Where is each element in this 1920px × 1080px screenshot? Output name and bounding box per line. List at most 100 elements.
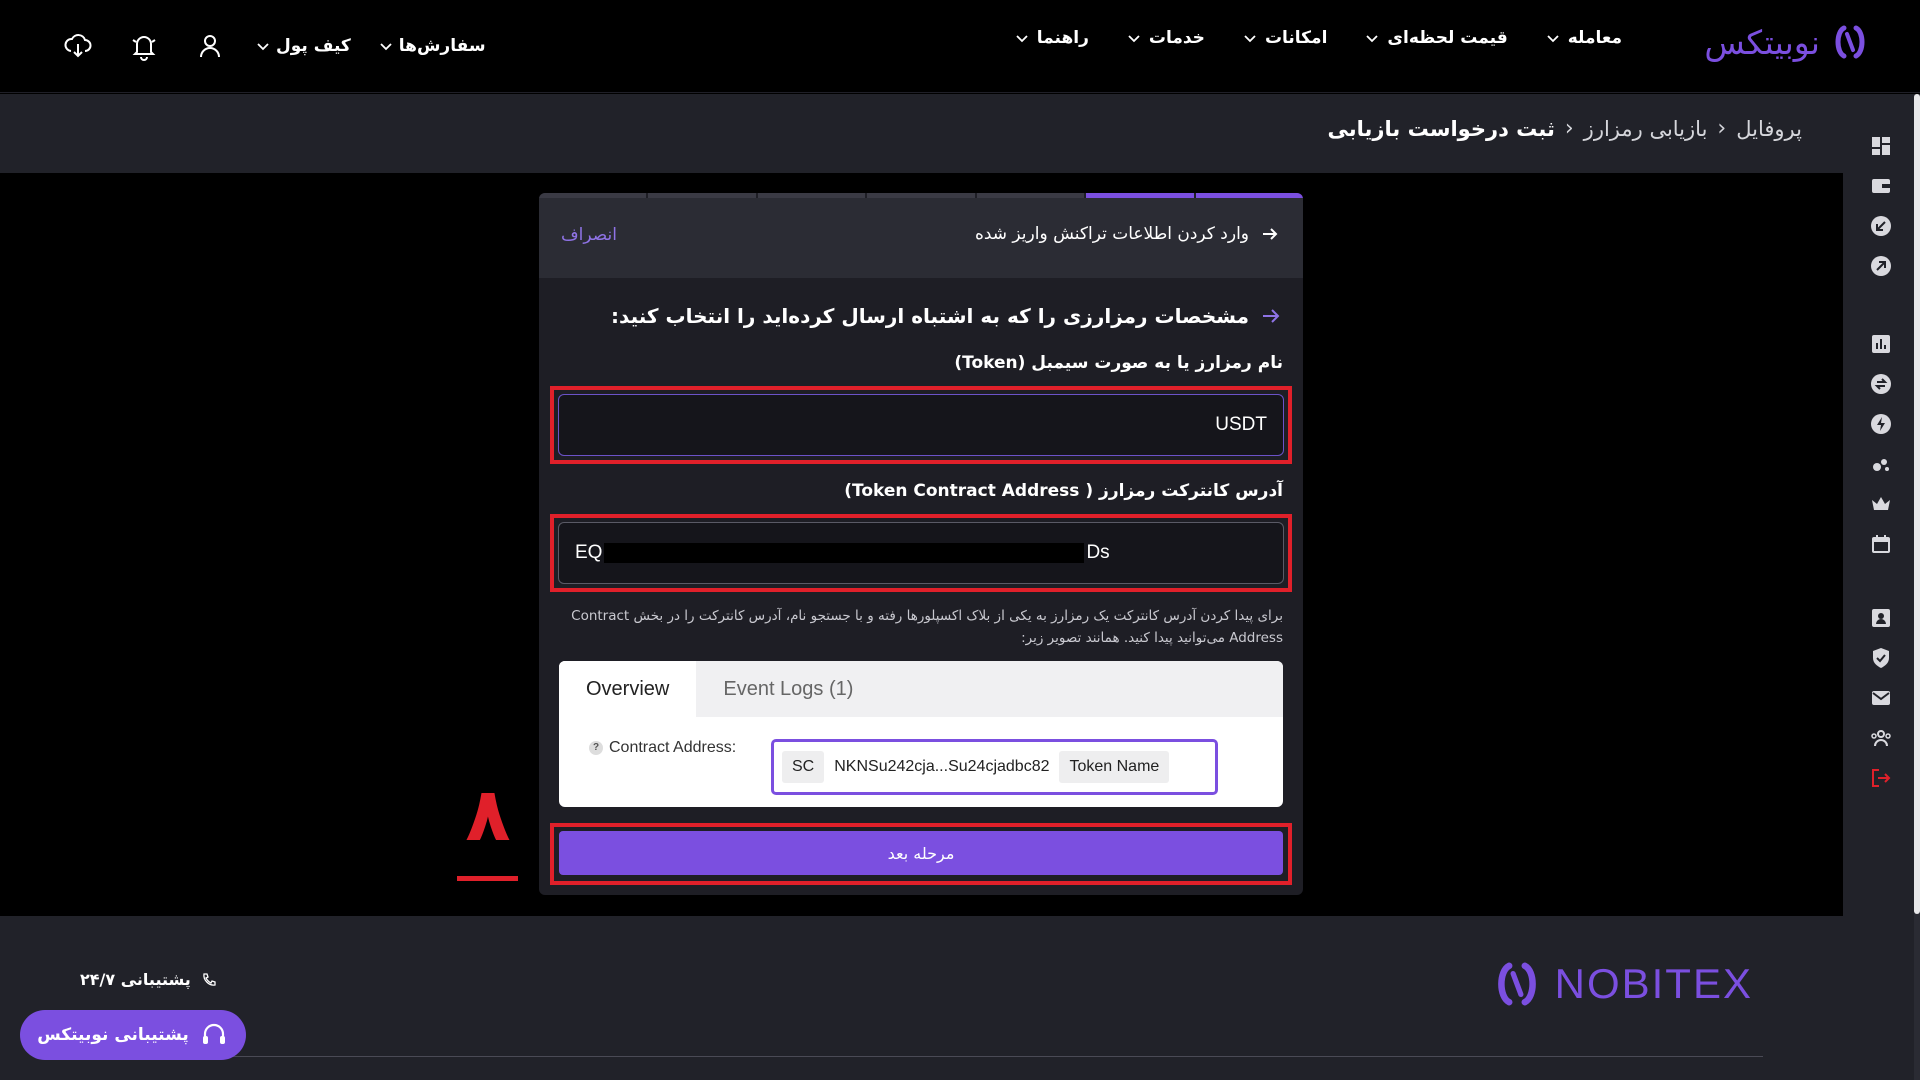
arrow-up-right-icon: [1871, 256, 1891, 276]
headset-icon: [202, 1023, 225, 1044]
footer: NOBITEX پشتیبانی ۲۴/۷: [0, 916, 1843, 1080]
menu-live-price[interactable]: قیمت لحظه‌ای: [1365, 28, 1508, 48]
menu-guide[interactable]: راهنما: [1015, 28, 1089, 48]
menu-guide-label: راهنما: [1036, 28, 1089, 48]
dashboard-icon: [1872, 137, 1890, 155]
logout-icon: [1872, 769, 1891, 787]
exchange-icon: [1871, 374, 1891, 394]
card-header-title: وارد کردن اطلاعات تراکنش واریز شده: [975, 224, 1279, 244]
user-icon: [200, 35, 220, 58]
menu-services[interactable]: خدمات: [1127, 28, 1205, 48]
nobitex-logo-icon: [1835, 25, 1865, 59]
orders-dropdown[interactable]: سفارش‌ها: [379, 36, 486, 56]
explorer-address-text: NKNSu242cja...Su24cjadbc82: [834, 758, 1050, 775]
footer-logo[interactable]: NOBITEX: [1491, 958, 1753, 1010]
sidebar-item-logout[interactable]: [1869, 766, 1893, 790]
id-card-icon: [1872, 609, 1890, 627]
sidebar-item-withdraw[interactable]: [1869, 254, 1893, 278]
card-header: وارد کردن اطلاعات تراکنش واریز شده انصرا…: [539, 198, 1303, 278]
explorer-contract-address: SC NKNSu242cja...Su24cjadbc82 Token Name: [771, 739, 1218, 795]
phone-icon: [203, 972, 216, 986]
next-step-button[interactable]: مرحله بعد: [559, 831, 1283, 875]
chevron-down-icon: [1244, 35, 1256, 43]
sidebar-item-referral[interactable]: [1869, 726, 1893, 750]
arrow-right-icon[interactable]: [1261, 225, 1279, 243]
contract-label: آدرس کانترکت رمزارز ( Token Contract Add…: [844, 481, 1283, 501]
menu-services-label: خدمات: [1148, 28, 1205, 48]
orders-label: سفارش‌ها: [398, 36, 486, 56]
support-chat-button[interactable]: پشتیبانی نوبیتکس: [20, 1010, 246, 1060]
bell-icon: [132, 36, 156, 61]
sidebar-item-deposit[interactable]: [1869, 214, 1893, 238]
sidebar-item-messages[interactable]: [1869, 686, 1893, 710]
sidebar-item-reports[interactable]: [1869, 332, 1893, 356]
wallet-label: کیف پول: [276, 36, 351, 56]
footer-divider: [80, 1056, 1763, 1057]
sidebar-item-instant[interactable]: [1869, 412, 1893, 436]
brand-name: نوبیتکس: [1704, 22, 1820, 62]
contract-suffix: Ds: [1086, 542, 1110, 563]
breadcrumb-crypto-recovery[interactable]: بازیابی رمزارز: [1584, 117, 1708, 141]
menu-trade[interactable]: معامله: [1546, 28, 1622, 48]
chevron-down-icon: [1366, 35, 1379, 43]
help-text: برای پیدا کردن آدرس کانترکت یک رمزارز به…: [571, 608, 1283, 646]
scrollbar-thumb[interactable]: [1914, 94, 1920, 914]
menu-live-price-label: قیمت لحظه‌ای: [1387, 28, 1508, 48]
main-menu: معامله قیمت لحظه‌ای امکانات خدمات راهنما: [1015, 28, 1622, 48]
explorer-contract-row: ? Contract Address:: [589, 739, 736, 757]
bar-chart-icon: [1872, 335, 1890, 353]
breadcrumb-current: ثبت درخواست بازیابی: [1327, 116, 1555, 141]
sidebar-item-vip[interactable]: [1869, 492, 1893, 516]
menu-features[interactable]: امکانات: [1243, 28, 1327, 48]
contract-address-input[interactable]: EQ Ds: [558, 522, 1284, 584]
coins-icon: [1873, 459, 1889, 471]
recovery-form-card: وارد کردن اطلاعات تراکنش واریز شده انصرا…: [539, 193, 1303, 895]
sidebar-item-dashboard[interactable]: [1869, 134, 1893, 158]
breadcrumb-bar: پروفایل ‹ بازیابی رمزارز ‹ ثبت درخواست ب…: [0, 94, 1843, 173]
sidebar-item-exchange[interactable]: [1869, 372, 1893, 396]
section-question-text: مشخصات رمزارزی را که به اشتباه ارسال کرد…: [611, 304, 1249, 328]
menu-features-label: امکانات: [1264, 28, 1328, 48]
breadcrumb: پروفایل ‹ بازیابی رمزارز ‹ ثبت درخواست ب…: [1328, 116, 1802, 141]
sc-badge: SC: [782, 751, 825, 783]
explorer-tabs: Overview Event Logs (1): [559, 661, 1283, 717]
chevron-down-icon: [257, 43, 269, 51]
section-question: مشخصات رمزارزی را که به اشتباه ارسال کرد…: [611, 304, 1281, 328]
token-name-badge: Token Name: [1059, 751, 1170, 783]
arrow-down-left-icon: [1871, 216, 1891, 236]
menu-trade-label: معامله: [1567, 28, 1622, 48]
chevron-down-icon: [1016, 35, 1028, 43]
chevron-left-icon: ‹: [1717, 116, 1727, 141]
notifications-button[interactable]: [126, 28, 162, 64]
sidebar-item-staking[interactable]: [1869, 452, 1893, 476]
brand-logo[interactable]: نوبیتکس: [1704, 22, 1870, 62]
explorer-contract-label: Contract Address:: [609, 739, 737, 756]
step-number-underline: [457, 876, 518, 881]
token-label: نام رمزارز یا به صورت سیمبل (Token): [954, 353, 1283, 373]
support-text: پشتیبانی ۲۴/۷: [80, 970, 191, 989]
tab-event-logs: Event Logs (1): [723, 678, 854, 700]
explorer-example-image: Overview Event Logs (1) ? Contract Addre…: [559, 661, 1283, 807]
cloud-download-icon: [64, 34, 92, 58]
arrow-right-icon: [1263, 309, 1280, 323]
sidebar-item-calendar[interactable]: [1869, 532, 1893, 556]
cancel-link[interactable]: انصراف: [561, 225, 617, 245]
token-input[interactable]: [558, 394, 1284, 456]
breadcrumb-profile[interactable]: پروفایل: [1736, 117, 1802, 141]
sidebar-item-wallet[interactable]: [1869, 174, 1893, 198]
wallet-dropdown[interactable]: کیف پول: [256, 36, 351, 56]
mail-icon: [1872, 691, 1890, 705]
profile-button[interactable]: [192, 28, 228, 64]
user-tools: کیف پول سفارش‌ها: [60, 28, 486, 64]
sidebar-item-account[interactable]: [1869, 606, 1893, 630]
chevron-down-icon: [1128, 35, 1140, 43]
card-title-text: وارد کردن اطلاعات تراکنش واریز شده: [974, 224, 1249, 244]
wallet-icon: [1872, 179, 1890, 193]
sidebar-item-security[interactable]: [1869, 646, 1893, 670]
scrollbar[interactable]: [1914, 94, 1920, 1080]
top-navigation: نوبیتکس معامله قیمت لحظه‌ای امکانات خدما…: [0, 0, 1920, 93]
support-info: پشتیبانی ۲۴/۷: [80, 970, 217, 989]
download-app-button[interactable]: [60, 28, 96, 64]
crown-icon: [1872, 497, 1890, 510]
lightning-icon: [1871, 414, 1891, 434]
